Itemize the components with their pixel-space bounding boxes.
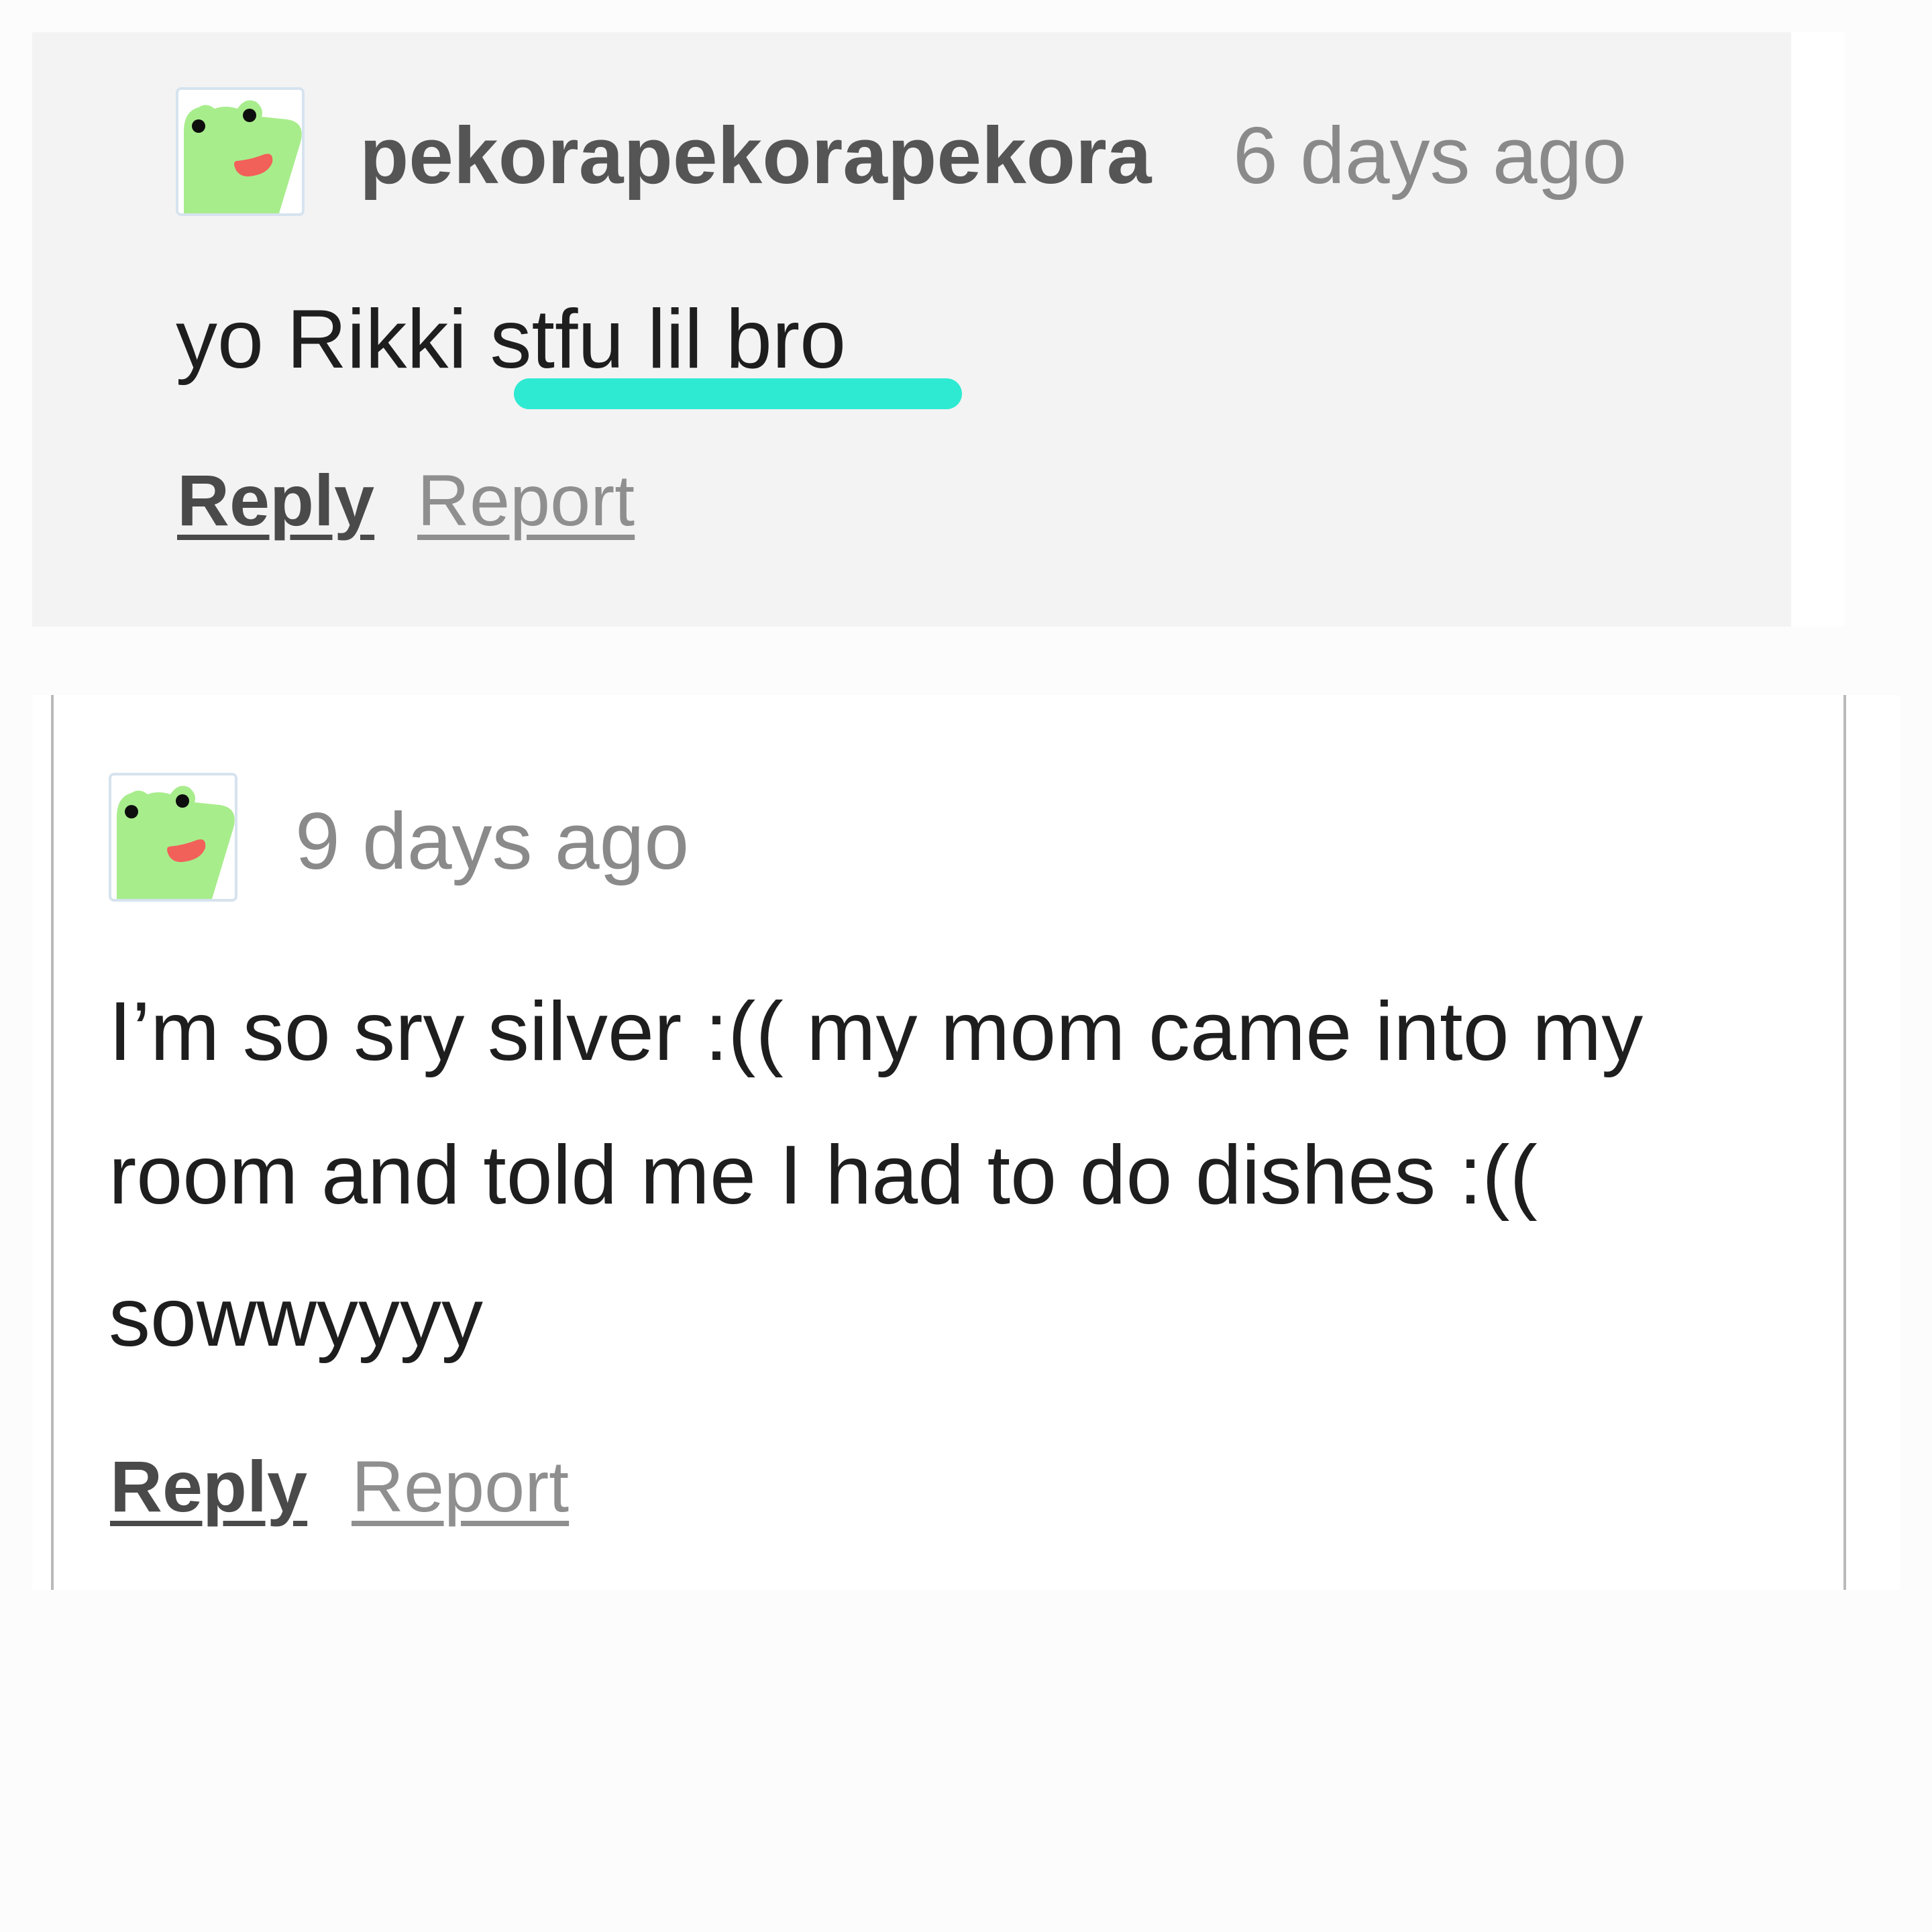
comment-timestamp: 9 days ago [295,796,690,886]
card-edge [1791,32,1845,627]
report-link[interactable]: Report [352,1450,569,1523]
comment-body-line: I’m so sry silver :(( my mom came into m… [109,985,1644,1078]
comment-thread: pekorapekorapekora 6 days ago yo Rikki s… [0,0,1932,1932]
frog-avatar-icon[interactable] [109,773,237,902]
comment-body-line: sowwyyyy [109,1271,484,1364]
report-link[interactable]: Report [417,464,635,537]
frog-avatar-icon[interactable] [176,87,305,216]
comment-username[interactable]: pekorapekorapekora [360,115,1152,196]
comment-body-line: room and told me I had to do dishes :(( [109,1129,1538,1222]
thread-rule-right [1843,695,1846,1590]
reply-link[interactable]: Reply [110,1450,307,1523]
thread-rule-left [51,695,54,1590]
comment-body-line: yo Rikki stfu lil bro [176,293,847,386]
reply-link[interactable]: Reply [177,464,374,537]
comment-timestamp: 6 days ago [1233,111,1627,201]
